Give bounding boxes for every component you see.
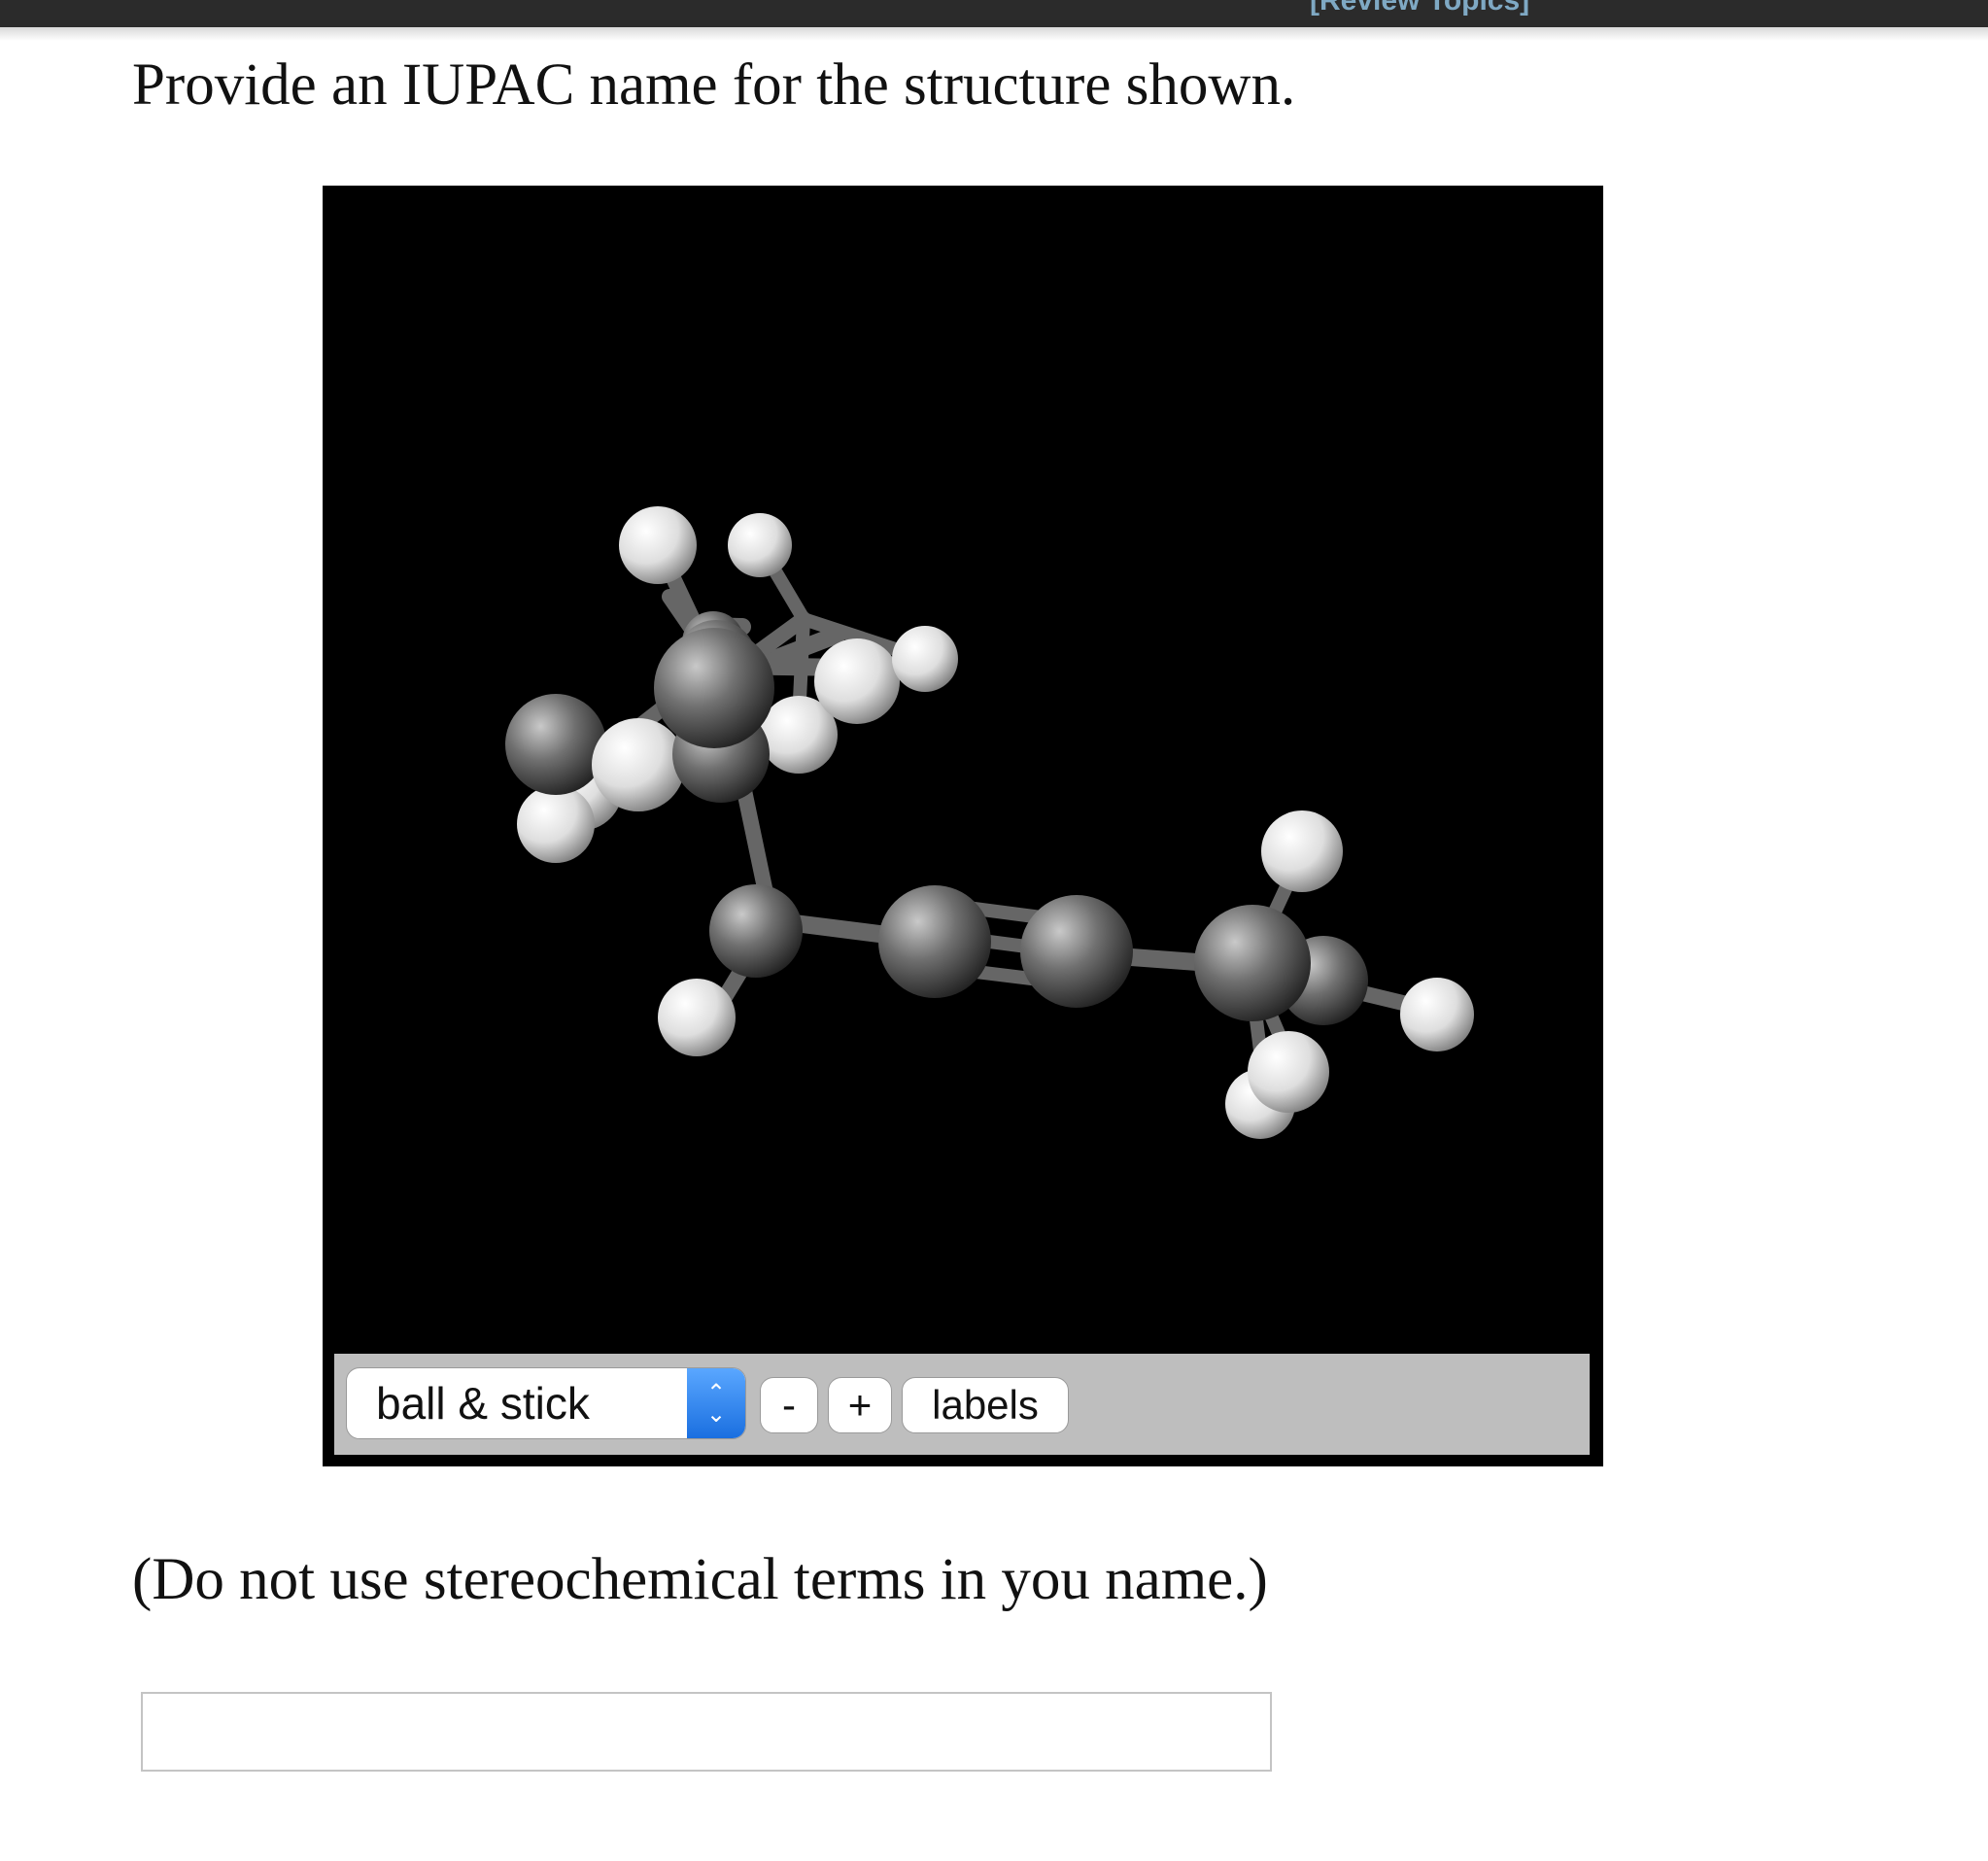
carbon-atom: [1020, 895, 1133, 1008]
atoms: [505, 506, 1474, 1139]
review-topics-link[interactable]: [Review Topics]: [1310, 0, 1529, 16]
molecule-viewer[interactable]: ball & stick ⌃ ⌄ - + labels: [323, 186, 1603, 1466]
question-prompt: Provide an IUPAC name for the structure …: [132, 52, 1296, 118]
select-arrows-icon[interactable]: ⌃ ⌄: [687, 1368, 745, 1438]
hydrogen-atom: [658, 979, 736, 1056]
hydrogen-atom: [517, 785, 595, 863]
carbon-atom: [505, 694, 606, 795]
viewer-toolbar: ball & stick ⌃ ⌄ - + labels: [334, 1354, 1590, 1455]
carbon-atom: [878, 885, 991, 998]
carbon-atom: [1194, 905, 1311, 1021]
nav-shadow: [0, 27, 1988, 41]
labels-button[interactable]: labels: [902, 1377, 1069, 1433]
carbon-atom: [654, 628, 774, 748]
hydrogen-atom: [592, 718, 685, 811]
molecule-3d-model[interactable]: [323, 186, 1603, 1352]
render-mode-value: ball & stick: [376, 1378, 590, 1429]
instruction-note: (Do not use stereochemical terms in you …: [132, 1547, 1268, 1612]
hydrogen-atom: [728, 513, 792, 577]
carbon-atom: [709, 884, 803, 978]
hydrogen-atom: [619, 506, 697, 584]
zoom-in-button[interactable]: +: [828, 1377, 892, 1433]
hydrogen-atom: [1248, 1031, 1329, 1113]
zoom-out-button[interactable]: -: [760, 1377, 818, 1433]
hydrogen-atom: [1400, 978, 1474, 1051]
top-nav-bar: [Review Topics]: [0, 0, 1988, 27]
hydrogen-atom: [892, 626, 958, 692]
hydrogen-atom: [1261, 810, 1343, 892]
answer-input[interactable]: [141, 1692, 1272, 1772]
hydrogen-atom: [814, 638, 900, 724]
render-mode-select[interactable]: ball & stick ⌃ ⌄: [346, 1367, 746, 1439]
